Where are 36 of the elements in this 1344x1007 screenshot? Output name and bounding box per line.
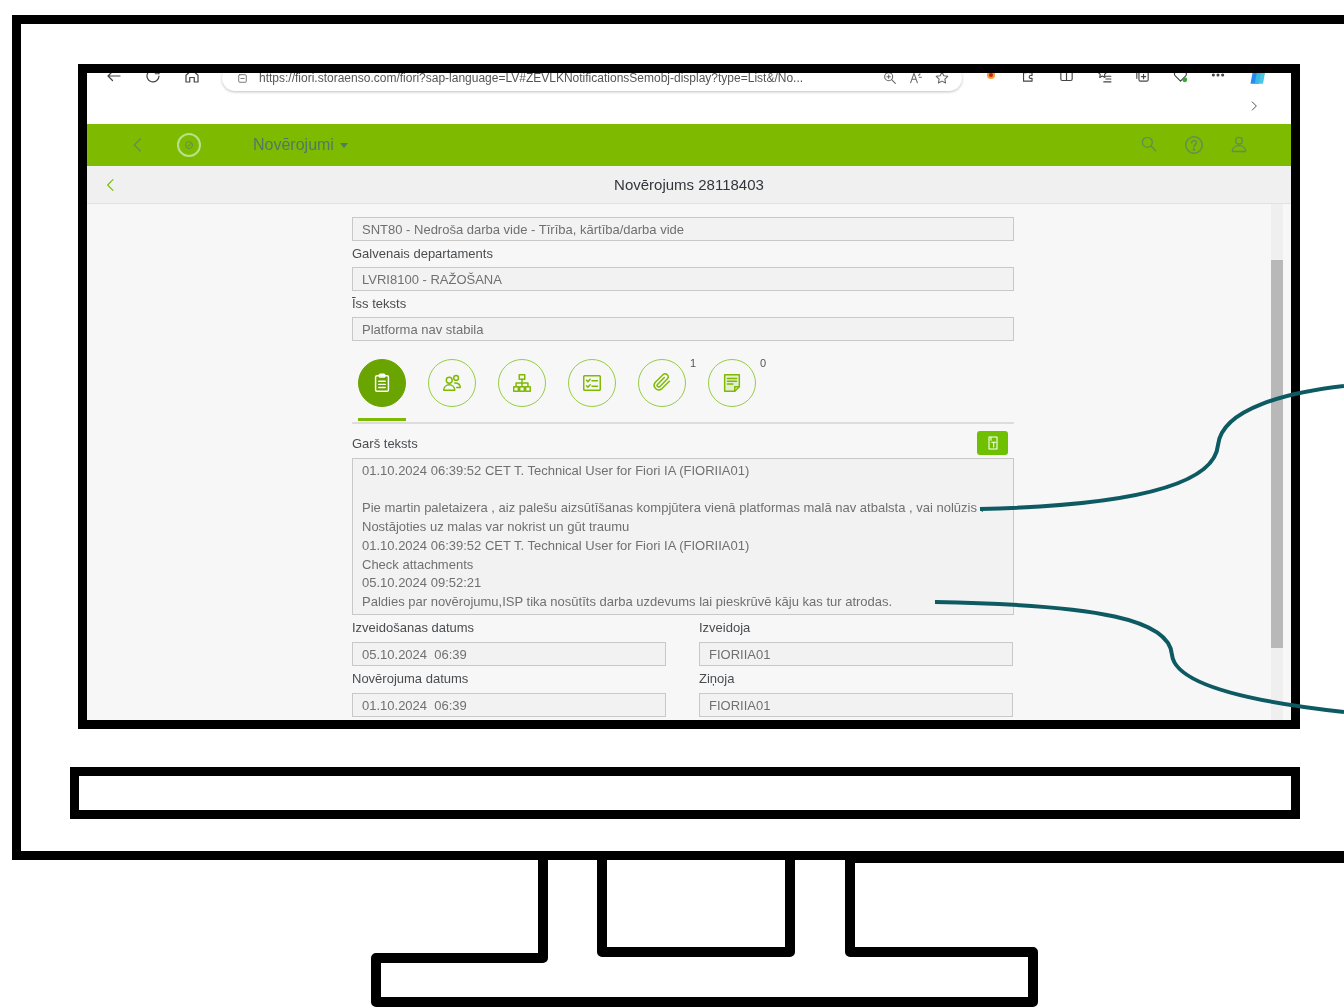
field-label: Ziņoja (699, 670, 736, 688)
tab-count: 0 (759, 357, 766, 369)
input-field[interactable]: FIORIIA01 (699, 642, 1013, 666)
field-label: Izveidošanas datums (352, 619, 476, 637)
field-label: Novērojuma datums (352, 670, 470, 688)
text-format-button[interactable] (977, 431, 1008, 455)
long-text-area[interactable]: 01.10.2024 06:39:52 CET T. Technical User for Fiori IA (FIORIIA01) Pie martin paletaizera , aiz palešu aizsūtīšanas kompjūtera vienā platformas malā nav atbalsta , vai nolūzis . Nostājoties uz malas var nokrist un gūt traumu 01.10.2024 06:39:52 CET T. Technical User for Fiori IA (FIORIIA01) Check attachments 05.10.2024 09:52:21 Paldies par novērojumu,ISP tika nosūtīts darba uzdevums lai pieskrūvē kāju kas tur atrodas. (352, 458, 1014, 615)
paperclip-icon (651, 372, 673, 394)
input-field[interactable]: SNT80 - Nedroša darba vide - Tīrība, kārtība/darba vide (352, 217, 1014, 241)
input-field[interactable]: 05.10.2024 06:39 (352, 642, 666, 666)
leaf-icon (182, 138, 196, 152)
field-label: Garš teksts (352, 434, 418, 453)
tab-count: 1 (689, 357, 696, 369)
icon-tab[interactable] (358, 359, 406, 407)
input-field[interactable]: LVRI8100 - RAŽOŠANA (352, 267, 1014, 291)
field-label: Galvenais departaments (352, 245, 494, 263)
people-icon (441, 372, 463, 394)
hierarchy-icon (511, 372, 533, 394)
address-bar[interactable]: https://fiori.storaenso.com/fiori?sap-language=LV#ZEVLKNotificationsSemobj-display?type=List&/No... (222, 73, 962, 91)
site-info-icon[interactable] (236, 73, 249, 85)
logo-icon[interactable] (177, 133, 201, 157)
checklist-icon (581, 372, 603, 394)
field-label: Īss teksts (352, 295, 408, 313)
url-text: https://fiori.storaenso.com/fiori?sap-language=LV#ZEVLKNotificationsSemobj-display?type=List&/No... (259, 73, 805, 85)
input-field[interactable]: 01.10.2024 06:39 (352, 693, 666, 717)
scrollbar-thumb[interactable] (1271, 260, 1283, 648)
document-icon (721, 372, 743, 394)
selected-tab-underline (358, 418, 406, 421)
field-label: Izveidoja (699, 619, 752, 637)
input-field[interactable]: Platforma nav stabila (352, 317, 1014, 341)
star-icon[interactable] (934, 73, 950, 86)
page-title: Novērojums 28118403 (614, 176, 764, 193)
input-field[interactable]: FIORIIA01 (699, 693, 1013, 717)
zoom-icon[interactable] (882, 73, 898, 86)
dropdown-caret-icon (339, 142, 348, 148)
read-aloud-icon[interactable] (908, 73, 924, 86)
